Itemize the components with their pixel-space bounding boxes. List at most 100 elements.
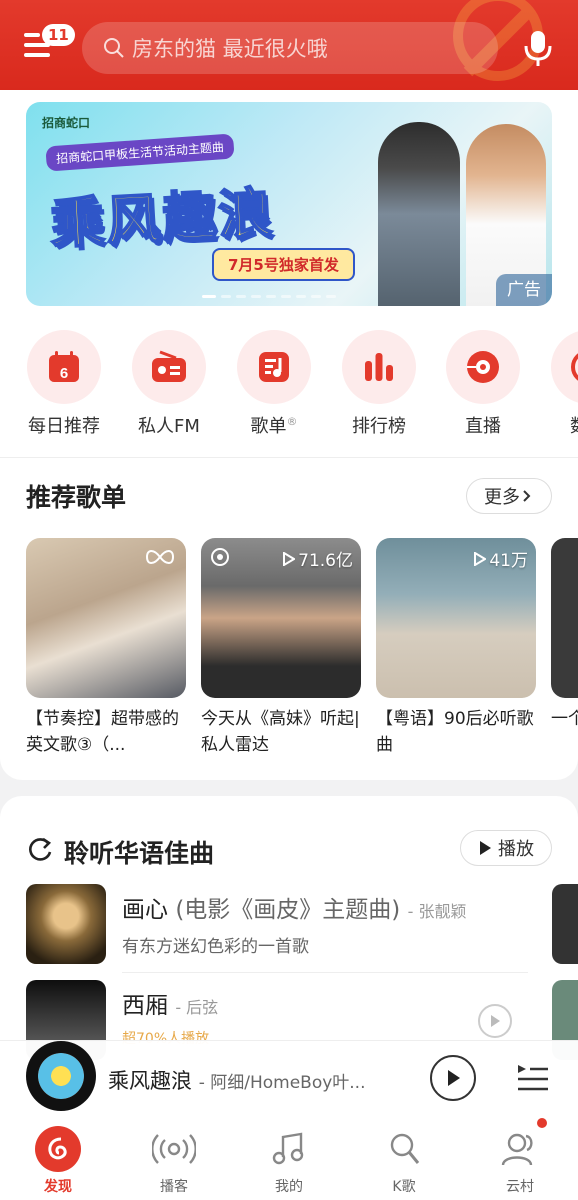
shortcut-label: 直播 <box>465 416 501 437</box>
playlist-cover: 41万 <box>376 538 536 698</box>
music-note-icon <box>272 1132 304 1165</box>
song-cover <box>26 884 106 964</box>
divider <box>0 457 578 458</box>
live-icon <box>467 351 499 383</box>
tab-label: 云村 <box>506 1179 534 1195</box>
tab-podcast[interactable]: 播客 <box>116 1126 232 1196</box>
song-title-line: 画心 (电影《画皮》主题曲) - 张靓颖 <box>122 890 466 924</box>
shortcut-digital[interactable]: 数字 <box>536 330 578 438</box>
calendar-day: 6 <box>60 365 68 382</box>
shortcut-row: 6 每日推荐 私人FM 歌单® 排行榜 直播 <box>0 330 578 438</box>
play-triangle-icon <box>283 551 296 566</box>
playlist-icon <box>259 352 289 382</box>
tab-karaoke[interactable]: K歌 <box>346 1126 462 1196</box>
search-icon <box>104 38 124 58</box>
tab-label: K歌 <box>392 1179 416 1195</box>
tab-discover[interactable]: 发现 <box>0 1126 116 1196</box>
top-header: 11 房东的猫 最近很火哦 <box>0 0 578 90</box>
song-title: 画心 <box>122 897 168 923</box>
radio-icon <box>152 350 186 382</box>
search-bar[interactable]: 房东的猫 最近很火哦 <box>82 22 498 74</box>
play-icon <box>480 841 491 855</box>
banner-indicator <box>202 295 336 298</box>
play-count: 71.6亿 <box>283 546 353 571</box>
song-subtitle: (电影《画皮》主题曲) <box>175 897 401 923</box>
banner-release: 7月5号独家首发 <box>212 248 355 281</box>
singer-image <box>378 122 460 306</box>
playlist-name: 【粤语】90后必听歌曲 <box>376 709 534 755</box>
karaoke-icon <box>390 1133 420 1164</box>
play-count: 41万 <box>474 546 528 571</box>
now-playing-title: 乘风趣浪 <box>108 1069 192 1093</box>
shortcut-charts[interactable]: 排行榜 <box>327 330 431 438</box>
ad-label: 广告 <box>496 274 552 306</box>
more-button[interactable]: 更多 <box>466 478 552 514</box>
playlist-cover <box>551 538 578 698</box>
play-pause-button[interactable] <box>430 1055 476 1101</box>
calendar-icon: 6 <box>49 351 79 382</box>
discover-card: 招商蛇口 招商蛇口甲板生活节活动主题曲 乘风趣浪 7月5号独家首发 广告 6 每… <box>0 90 578 780</box>
play-all-button[interactable]: 播放 <box>460 830 552 866</box>
playlist-name: 一个单曲 <box>551 709 578 729</box>
playlist-card[interactable]: 71.6亿 今天从《高妹》听起|私人雷达 <box>201 538 361 758</box>
playlist-cover: 71.6亿 <box>201 538 361 698</box>
playlist-card[interactable]: 41万 【粤语】90后必听歌曲 <box>376 538 536 758</box>
ad-banner[interactable]: 招商蛇口 招商蛇口甲板生活节活动主题曲 乘风趣浪 7月5号独家首发 广告 <box>26 102 552 306</box>
tab-community[interactable]: 云村 <box>462 1126 578 1196</box>
song-desc: 有东方迷幻色彩的一首歌 <box>122 937 309 957</box>
podcast-icon <box>152 1134 196 1164</box>
shortcut-fm[interactable]: 私人FM <box>117 330 221 438</box>
tab-label: 我的 <box>275 1179 303 1195</box>
shortcut-live[interactable]: 直播 <box>431 330 535 438</box>
shortcut-playlist[interactable]: 歌单® <box>222 330 326 438</box>
playlist-name: 【节奏控】超带感的英文歌③（... <box>26 709 179 755</box>
shortcut-label: 数字 <box>536 412 578 438</box>
playlist-cover <box>26 538 186 698</box>
community-icon <box>501 1133 533 1166</box>
registered-mark: ® <box>286 415 298 428</box>
search-placeholder: 房东的猫 最近很火哦 <box>132 37 328 61</box>
play-icon <box>491 1015 500 1027</box>
song-title-line: 西厢 - 后弦 <box>122 986 218 1020</box>
now-playing: 乘风趣浪 - 阿细/HomeBoy叶... <box>108 1065 366 1095</box>
play-icon <box>448 1070 460 1086</box>
banner-subtitle: 招商蛇口甲板生活节活动主题曲 <box>45 133 235 172</box>
playlist-card[interactable]: 一个单曲 <box>551 538 578 758</box>
microphone-icon[interactable] <box>520 28 556 68</box>
radar-icon <box>211 548 229 566</box>
album-disc[interactable] <box>26 1041 96 1111</box>
playlist-name: 今天从《高妹》听起|私人雷达 <box>201 709 360 755</box>
loop-icon <box>145 550 175 564</box>
chart-icon <box>365 353 393 381</box>
shortcut-label: 每日推荐 <box>28 416 100 437</box>
digital-icon <box>571 353 578 381</box>
song-play-button[interactable] <box>478 1004 512 1038</box>
shortcut-label: 私人FM <box>138 416 200 437</box>
next-column-cover <box>552 884 578 964</box>
shortcut-label: 歌单® <box>250 415 298 437</box>
shortcut-label: 排行榜 <box>352 416 406 437</box>
song-artist: - 后弦 <box>175 998 219 1017</box>
song-row[interactable]: 画心 (电影《画皮》主题曲) - 张靓颖 有东方迷幻色彩的一首歌 <box>26 884 578 966</box>
play-triangle-icon <box>474 551 487 566</box>
tab-label: 发现 <box>44 1179 72 1195</box>
bottom-tab-bar: 发现 播客 我的 K歌 云村 <box>0 1116 578 1200</box>
playlist-card[interactable]: 【节奏控】超带感的英文歌③（... <box>26 538 186 758</box>
banner-brand: 招商蛇口 <box>42 116 91 130</box>
tab-label: 播客 <box>160 1179 188 1195</box>
banner-title: 乘风趣浪 <box>48 180 277 257</box>
song-artist: - 张靓颖 <box>407 902 467 921</box>
refresh-icon[interactable] <box>26 836 54 864</box>
playlist-queue-icon[interactable] <box>514 1057 552 1097</box>
tab-mine[interactable]: 我的 <box>231 1126 347 1196</box>
discover-icon <box>48 1137 67 1160</box>
chevron-right-icon <box>523 490 531 502</box>
notification-dot <box>537 1118 547 1128</box>
section-title-chinese: 聆听华语佳曲 <box>64 839 215 868</box>
notification-badge: 11 <box>42 24 75 46</box>
shortcut-daily[interactable]: 6 每日推荐 <box>12 330 116 438</box>
song-title: 西厢 <box>122 993 168 1019</box>
now-playing-artist: - 阿细/HomeBoy叶... <box>198 1073 366 1093</box>
mini-player[interactable]: 乘风趣浪 - 阿细/HomeBoy叶... <box>0 1040 578 1116</box>
divider <box>122 972 528 973</box>
